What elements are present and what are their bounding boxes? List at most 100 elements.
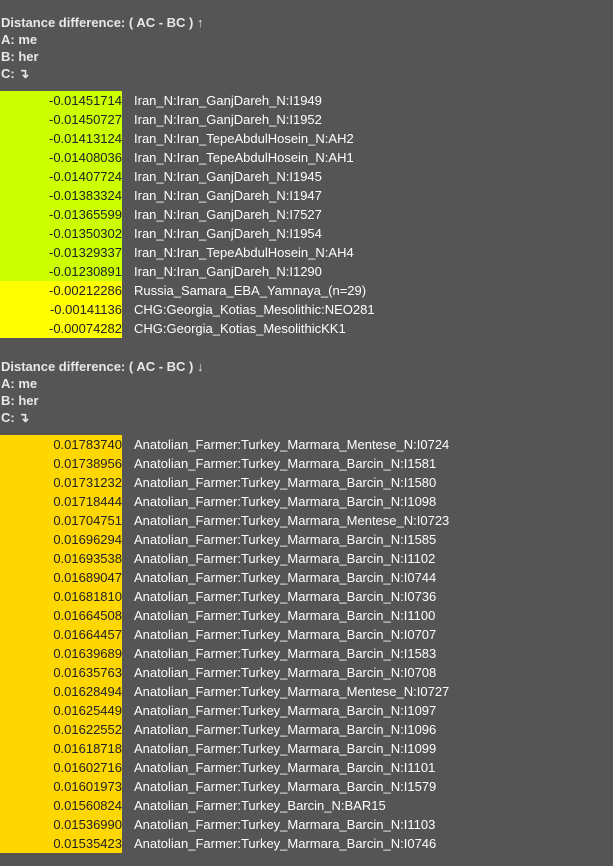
distance-value: 0.01731232 xyxy=(0,473,122,492)
section-header: Distance difference: ( AC - BC ) ↑ A: me B… xyxy=(0,14,613,82)
distance-value: -0.00074282 xyxy=(0,319,122,338)
population-label: Iran_N:Iran_GanjDareh_N:I1290 xyxy=(134,264,322,279)
population-label: Anatolian_Farmer:Turkey_Marmara_Mentese_… xyxy=(134,684,450,699)
distance-value: 0.01628494 xyxy=(0,682,122,701)
distance-value: 0.01601973 xyxy=(0,777,122,796)
distance-value: 0.01718444 xyxy=(0,492,122,511)
distance-section: Distance difference: ( AC - BC ) ↓ A: me B… xyxy=(0,358,613,853)
distance-value: 0.01689047 xyxy=(0,568,122,587)
result-row: 0.01639689 Anatolian_Farmer:Turkey_Marmar… xyxy=(0,644,613,663)
result-row: -0.01329337 Iran_N:Iran_TepeAbdulHosein_N… xyxy=(0,243,613,262)
result-row: -0.01451714 Iran_N:Iran_GanjDareh_N:I1949 xyxy=(0,91,613,110)
population-label: Anatolian_Farmer:Turkey_Marmara_Barcin_N… xyxy=(134,532,437,547)
label-b: B: her xyxy=(1,393,39,408)
population-label: Iran_N:Iran_TepeAbdulHosein_N:AH1 xyxy=(134,150,354,165)
population-label: Iran_N:Iran_TepeAbdulHosein_N:AH4 xyxy=(134,245,354,260)
result-row: 0.01718444 Anatolian_Farmer:Turkey_Marmar… xyxy=(0,492,613,511)
result-row: 0.01602716 Anatolian_Farmer:Turkey_Marmar… xyxy=(0,758,613,777)
result-row: -0.01413124 Iran_N:Iran_TepeAbdulHosein_N… xyxy=(0,129,613,148)
population-label: Russia_Samara_EBA_Yamnaya_(n=29) xyxy=(134,283,367,298)
population-label: Anatolian_Farmer:Turkey_Marmara_Barcin_N… xyxy=(134,665,437,680)
result-row: 0.01535423 Anatolian_Farmer:Turkey_Marmar… xyxy=(0,834,613,853)
population-label: Anatolian_Farmer:Turkey_Marmara_Barcin_N… xyxy=(134,646,437,661)
population-label: Anatolian_Farmer:Turkey_Marmara_Barcin_N… xyxy=(134,741,437,756)
result-row: 0.01625449 Anatolian_Farmer:Turkey_Marmar… xyxy=(0,701,613,720)
population-label: Anatolian_Farmer:Turkey_Marmara_Barcin_N… xyxy=(134,551,436,566)
population-label: Anatolian_Farmer:Turkey_Marmara_Barcin_N… xyxy=(134,589,437,604)
result-row: 0.01704751 Anatolian_Farmer:Turkey_Marmar… xyxy=(0,511,613,530)
header-spacer xyxy=(0,82,613,91)
distance-value: -0.01451714 xyxy=(0,91,122,110)
result-row: 0.01681810 Anatolian_Farmer:Turkey_Marmar… xyxy=(0,587,613,606)
result-row: -0.01383324 Iran_N:Iran_GanjDareh_N:I1947 xyxy=(0,186,613,205)
result-row: -0.01407724 Iran_N:Iran_GanjDareh_N:I1945 xyxy=(0,167,613,186)
population-label: Anatolian_Farmer:Turkey_Marmara_Barcin_N… xyxy=(134,836,437,851)
population-label: Anatolian_Farmer:Turkey_Barcin_N:BAR15 xyxy=(134,798,386,813)
distance-value: 0.01783740 xyxy=(0,435,122,454)
label-c: C: ↴ xyxy=(1,66,30,81)
result-row: 0.01693538 Anatolian_Farmer:Turkey_Marmar… xyxy=(0,549,613,568)
results-page: Distance difference: ( AC - BC ) ↑ A: me B… xyxy=(0,0,613,853)
population-label: Iran_N:Iran_GanjDareh_N:I1954 xyxy=(134,226,322,241)
population-label: Iran_N:Iran_GanjDareh_N:I7527 xyxy=(134,207,322,222)
population-label: Anatolian_Farmer:Turkey_Marmara_Barcin_N… xyxy=(134,703,437,718)
result-row: 0.01536990 Anatolian_Farmer:Turkey_Marmar… xyxy=(0,815,613,834)
population-label: Anatolian_Farmer:Turkey_Marmara_Barcin_N… xyxy=(134,456,437,471)
section-title: Distance difference: ( AC - BC ) ↑ xyxy=(1,15,204,30)
population-label: Anatolian_Farmer:Turkey_Marmara_Barcin_N… xyxy=(134,779,437,794)
label-b: B: her xyxy=(1,49,39,64)
population-label: Anatolian_Farmer:Turkey_Marmara_Mentese_… xyxy=(134,513,450,528)
population-label: Anatolian_Farmer:Turkey_Marmara_Mentese_… xyxy=(134,437,450,452)
section-header: Distance difference: ( AC - BC ) ↓ A: me B… xyxy=(0,358,613,426)
population-label: Anatolian_Farmer:Turkey_Marmara_Barcin_N… xyxy=(134,760,436,775)
result-row: 0.01783740 Anatolian_Farmer:Turkey_Marmar… xyxy=(0,435,613,454)
distance-value: -0.01329337 xyxy=(0,243,122,262)
result-row: 0.01628494 Anatolian_Farmer:Turkey_Marmar… xyxy=(0,682,613,701)
result-row: 0.01622552 Anatolian_Farmer:Turkey_Marmar… xyxy=(0,720,613,739)
distance-value: 0.01704751 xyxy=(0,511,122,530)
distance-value: 0.01536990 xyxy=(0,815,122,834)
result-row: 0.01664508 Anatolian_Farmer:Turkey_Marmar… xyxy=(0,606,613,625)
result-row: -0.01230891 Iran_N:Iran_GanjDareh_N:I1290 xyxy=(0,262,613,281)
result-row: 0.01560824 Anatolian_Farmer:Turkey_Barcin… xyxy=(0,796,613,815)
population-label: Anatolian_Farmer:Turkey_Marmara_Barcin_N… xyxy=(134,722,437,737)
distance-value: 0.01560824 xyxy=(0,796,122,815)
distance-value: -0.01413124 xyxy=(0,129,122,148)
distance-value: 0.01639689 xyxy=(0,644,122,663)
distance-value: 0.01602716 xyxy=(0,758,122,777)
result-row: 0.01635763 Anatolian_Farmer:Turkey_Marmar… xyxy=(0,663,613,682)
population-label: Anatolian_Farmer:Turkey_Marmara_Barcin_N… xyxy=(134,608,436,623)
distance-value: 0.01681810 xyxy=(0,587,122,606)
population-label: Iran_N:Iran_GanjDareh_N:I1947 xyxy=(134,188,322,203)
result-row: 0.01738956 Anatolian_Farmer:Turkey_Marmar… xyxy=(0,454,613,473)
population-label: Anatolian_Farmer:Turkey_Marmara_Barcin_N… xyxy=(134,627,437,642)
distance-value: -0.01365599 xyxy=(0,205,122,224)
result-row: -0.00141136 CHG:Georgia_Kotias_Mesolithic… xyxy=(0,300,613,319)
distance-value: 0.01738956 xyxy=(0,454,122,473)
distance-value: -0.00212286 xyxy=(0,281,122,300)
section-title: Distance difference: ( AC - BC ) ↓ xyxy=(1,359,204,374)
population-label: Anatolian_Farmer:Turkey_Marmara_Barcin_N… xyxy=(134,570,437,585)
population-label: Anatolian_Farmer:Turkey_Marmara_Barcin_N… xyxy=(134,494,437,509)
distance-value: 0.01696294 xyxy=(0,530,122,549)
distance-value: 0.01664508 xyxy=(0,606,122,625)
distance-value: 0.01635763 xyxy=(0,663,122,682)
distance-section: Distance difference: ( AC - BC ) ↑ A: me B… xyxy=(0,0,613,338)
distance-value: -0.01407724 xyxy=(0,167,122,186)
result-row: -0.01350302 Iran_N:Iran_GanjDareh_N:I1954 xyxy=(0,224,613,243)
distance-value: -0.01450727 xyxy=(0,110,122,129)
label-a: A: me xyxy=(1,32,38,47)
label-c: C: ↴ xyxy=(1,410,30,425)
distance-value: 0.01693538 xyxy=(0,549,122,568)
population-label: Anatolian_Farmer:Turkey_Marmara_Barcin_N… xyxy=(134,817,436,832)
distance-value: -0.01350302 xyxy=(0,224,122,243)
population-label: CHG:Georgia_Kotias_MesolithicKK1 xyxy=(134,321,346,336)
distance-value: 0.01535423 xyxy=(0,834,122,853)
population-label: CHG:Georgia_Kotias_Mesolithic:NEO281 xyxy=(134,302,375,317)
distance-value: -0.01383324 xyxy=(0,186,122,205)
distance-value: -0.01408036 xyxy=(0,148,122,167)
population-label: Iran_N:Iran_GanjDareh_N:I1945 xyxy=(134,169,322,184)
population-label: Iran_N:Iran_GanjDareh_N:I1949 xyxy=(134,93,322,108)
result-row: -0.00212286 Russia_Samara_EBA_Yamnaya_(n=… xyxy=(0,281,613,300)
